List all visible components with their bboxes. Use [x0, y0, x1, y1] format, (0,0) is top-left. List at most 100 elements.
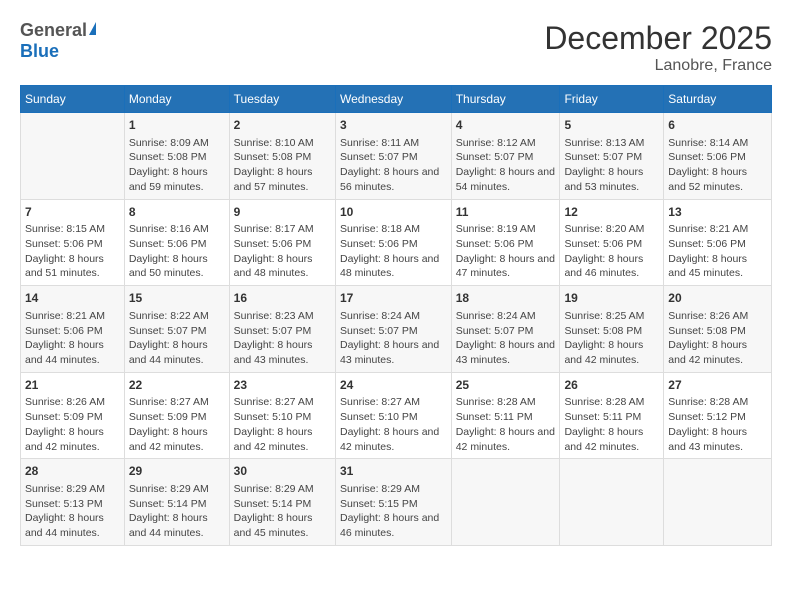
cell-content: Sunrise: 8:11 AMSunset: 5:07 PMDaylight:…: [340, 136, 447, 195]
daylight-text: Daylight: 8 hours and 48 minutes.: [234, 252, 331, 281]
cell-content: Sunrise: 8:27 AMSunset: 5:10 PMDaylight:…: [340, 395, 447, 454]
cell-content: Sunrise: 8:09 AMSunset: 5:08 PMDaylight:…: [129, 136, 225, 195]
cell-content: Sunrise: 8:29 AMSunset: 5:14 PMDaylight:…: [234, 482, 331, 541]
sunrise-text: Sunrise: 8:25 AM: [564, 309, 659, 324]
cell-content: Sunrise: 8:21 AMSunset: 5:06 PMDaylight:…: [668, 222, 767, 281]
sunrise-text: Sunrise: 8:15 AM: [25, 222, 120, 237]
calendar-week-4: 21Sunrise: 8:26 AMSunset: 5:09 PMDayligh…: [21, 372, 772, 459]
header-day-thursday: Thursday: [451, 86, 560, 113]
calendar-header: SundayMondayTuesdayWednesdayThursdayFrid…: [21, 86, 772, 113]
calendar-cell: 20Sunrise: 8:26 AMSunset: 5:08 PMDayligh…: [664, 286, 772, 373]
cell-content: Sunrise: 8:24 AMSunset: 5:07 PMDaylight:…: [340, 309, 447, 368]
calendar-cell: 26Sunrise: 8:28 AMSunset: 5:11 PMDayligh…: [560, 372, 664, 459]
calendar-cell: 5Sunrise: 8:13 AMSunset: 5:07 PMDaylight…: [560, 113, 664, 200]
day-number: 22: [129, 377, 225, 394]
sunrise-text: Sunrise: 8:27 AM: [129, 395, 225, 410]
sunset-text: Sunset: 5:07 PM: [340, 150, 447, 165]
daylight-text: Daylight: 8 hours and 42 minutes.: [564, 338, 659, 367]
calendar-week-5: 28Sunrise: 8:29 AMSunset: 5:13 PMDayligh…: [21, 459, 772, 546]
calendar-cell: 21Sunrise: 8:26 AMSunset: 5:09 PMDayligh…: [21, 372, 125, 459]
day-number: 27: [668, 377, 767, 394]
cell-content: Sunrise: 8:21 AMSunset: 5:06 PMDaylight:…: [25, 309, 120, 368]
sunset-text: Sunset: 5:06 PM: [25, 324, 120, 339]
calendar-cell: 17 Sunrise: 8:24 AMSunset: 5:07 PMDayligh…: [336, 286, 452, 373]
title-block: December 2025 Lanobre, France: [544, 20, 772, 75]
sunset-text: Sunset: 5:12 PM: [668, 410, 767, 425]
daylight-text: Daylight: 8 hours and 56 minutes.: [340, 165, 447, 194]
calendar-cell: 4Sunrise: 8:12 AMSunset: 5:07 PMDaylight…: [451, 113, 560, 200]
cell-content: Sunrise: 8:29 AMSunset: 5:15 PMDaylight:…: [340, 482, 447, 541]
logo-triangle-icon: [89, 22, 103, 36]
day-number: 11: [456, 204, 556, 221]
day-number: 10: [340, 204, 447, 221]
daylight-text: Daylight: 8 hours and 43 minutes.: [340, 338, 447, 367]
calendar-cell: 24Sunrise: 8:27 AMSunset: 5:10 PMDayligh…: [336, 372, 452, 459]
header-day-sunday: Sunday: [21, 86, 125, 113]
day-number: 13: [668, 204, 767, 221]
cell-content: Sunrise: 8:15 AMSunset: 5:06 PMDaylight:…: [25, 222, 120, 281]
sunset-text: Sunset: 5:10 PM: [340, 410, 447, 425]
cell-content: Sunrise: 8:16 AMSunset: 5:06 PMDaylight:…: [129, 222, 225, 281]
daylight-text: Daylight: 8 hours and 42 minutes.: [234, 425, 331, 454]
daylight-text: Daylight: 8 hours and 44 minutes.: [25, 511, 120, 540]
header-day-wednesday: Wednesday: [336, 86, 452, 113]
cell-content: Sunrise: 8:26 AMSunset: 5:08 PMDaylight:…: [668, 309, 767, 368]
cell-content: Sunrise: 8:17 AMSunset: 5:06 PMDaylight:…: [234, 222, 331, 281]
day-number: 17: [340, 290, 447, 307]
calendar-table: SundayMondayTuesdayWednesdayThursdayFrid…: [20, 85, 772, 546]
header-day-monday: Monday: [124, 86, 229, 113]
sunset-text: Sunset: 5:07 PM: [234, 324, 331, 339]
sunrise-text: Sunrise: 8:10 AM: [234, 136, 331, 151]
sunset-text: Sunset: 5:07 PM: [456, 150, 556, 165]
cell-content: Sunrise: 8:25 AMSunset: 5:08 PMDaylight:…: [564, 309, 659, 368]
calendar-cell: 16Sunrise: 8:23 AMSunset: 5:07 PMDayligh…: [229, 286, 335, 373]
calendar-cell: 31 Sunrise: 8:29 AMSunset: 5:15 PMDayligh…: [336, 459, 452, 546]
calendar-cell: [21, 113, 125, 200]
daylight-text: Daylight: 8 hours and 52 minutes.: [668, 165, 767, 194]
sunrise-text: Sunrise: 8:13 AM: [564, 136, 659, 151]
cell-content: Sunrise: 8:27 AMSunset: 5:09 PMDaylight:…: [129, 395, 225, 454]
cell-content: Sunrise: 8:12 AMSunset: 5:07 PMDaylight:…: [456, 136, 556, 195]
day-number: 15: [129, 290, 225, 307]
cell-content: Sunrise: 8:24 AMSunset: 5:07 PMDaylight:…: [456, 309, 556, 368]
calendar-cell: 3Sunrise: 8:11 AMSunset: 5:07 PMDaylight…: [336, 113, 452, 200]
calendar-cell: 10Sunrise: 8:18 AMSunset: 5:06 PMDayligh…: [336, 199, 452, 286]
sunset-text: Sunset: 5:08 PM: [234, 150, 331, 165]
sunset-text: Sunset: 5:11 PM: [564, 410, 659, 425]
calendar-cell: [560, 459, 664, 546]
daylight-text: Daylight: 8 hours and 42 minutes.: [456, 425, 556, 454]
sunrise-text: Sunrise: 8:24 AM: [340, 309, 447, 324]
day-number: 9: [234, 204, 331, 221]
sunrise-text: Sunrise: 8:24 AM: [456, 309, 556, 324]
calendar-cell: 2Sunrise: 8:10 AMSunset: 5:08 PMDaylight…: [229, 113, 335, 200]
calendar-body: 1Sunrise: 8:09 AMSunset: 5:08 PMDaylight…: [21, 113, 772, 546]
cell-content: Sunrise: 8:28 AMSunset: 5:11 PMDaylight:…: [456, 395, 556, 454]
sunset-text: Sunset: 5:08 PM: [129, 150, 225, 165]
logo: General Blue: [20, 20, 103, 62]
calendar-cell: 19 Sunrise: 8:25 AMSunset: 5:08 PMDayligh…: [560, 286, 664, 373]
daylight-text: Daylight: 8 hours and 42 minutes.: [25, 425, 120, 454]
cell-content: Sunrise: 8:23 AMSunset: 5:07 PMDaylight:…: [234, 309, 331, 368]
day-number: 31: [340, 463, 447, 480]
sunset-text: Sunset: 5:13 PM: [25, 497, 120, 512]
daylight-text: Daylight: 8 hours and 54 minutes.: [456, 165, 556, 194]
day-number: 19: [564, 290, 659, 307]
daylight-text: Daylight: 8 hours and 42 minutes.: [668, 338, 767, 367]
sunset-text: Sunset: 5:07 PM: [564, 150, 659, 165]
logo-blue: Blue: [20, 41, 59, 62]
calendar-cell: 7Sunrise: 8:15 AMSunset: 5:06 PMDaylight…: [21, 199, 125, 286]
sunrise-text: Sunrise: 8:26 AM: [668, 309, 767, 324]
day-number: 18: [456, 290, 556, 307]
sunrise-text: Sunrise: 8:11 AM: [340, 136, 447, 151]
calendar-cell: 28Sunrise: 8:29 AMSunset: 5:13 PMDayligh…: [21, 459, 125, 546]
sunrise-text: Sunrise: 8:28 AM: [564, 395, 659, 410]
sunset-text: Sunset: 5:15 PM: [340, 497, 447, 512]
page-header: General Blue December 2025 Lanobre, Fran…: [20, 20, 772, 75]
cell-content: Sunrise: 8:27 AMSunset: 5:10 PMDaylight:…: [234, 395, 331, 454]
sunrise-text: Sunrise: 8:17 AM: [234, 222, 331, 237]
sunset-text: Sunset: 5:11 PM: [456, 410, 556, 425]
daylight-text: Daylight: 8 hours and 51 minutes.: [25, 252, 120, 281]
calendar-cell: 22Sunrise: 8:27 AMSunset: 5:09 PMDayligh…: [124, 372, 229, 459]
sunset-text: Sunset: 5:08 PM: [564, 324, 659, 339]
cell-content: Sunrise: 8:28 AMSunset: 5:11 PMDaylight:…: [564, 395, 659, 454]
